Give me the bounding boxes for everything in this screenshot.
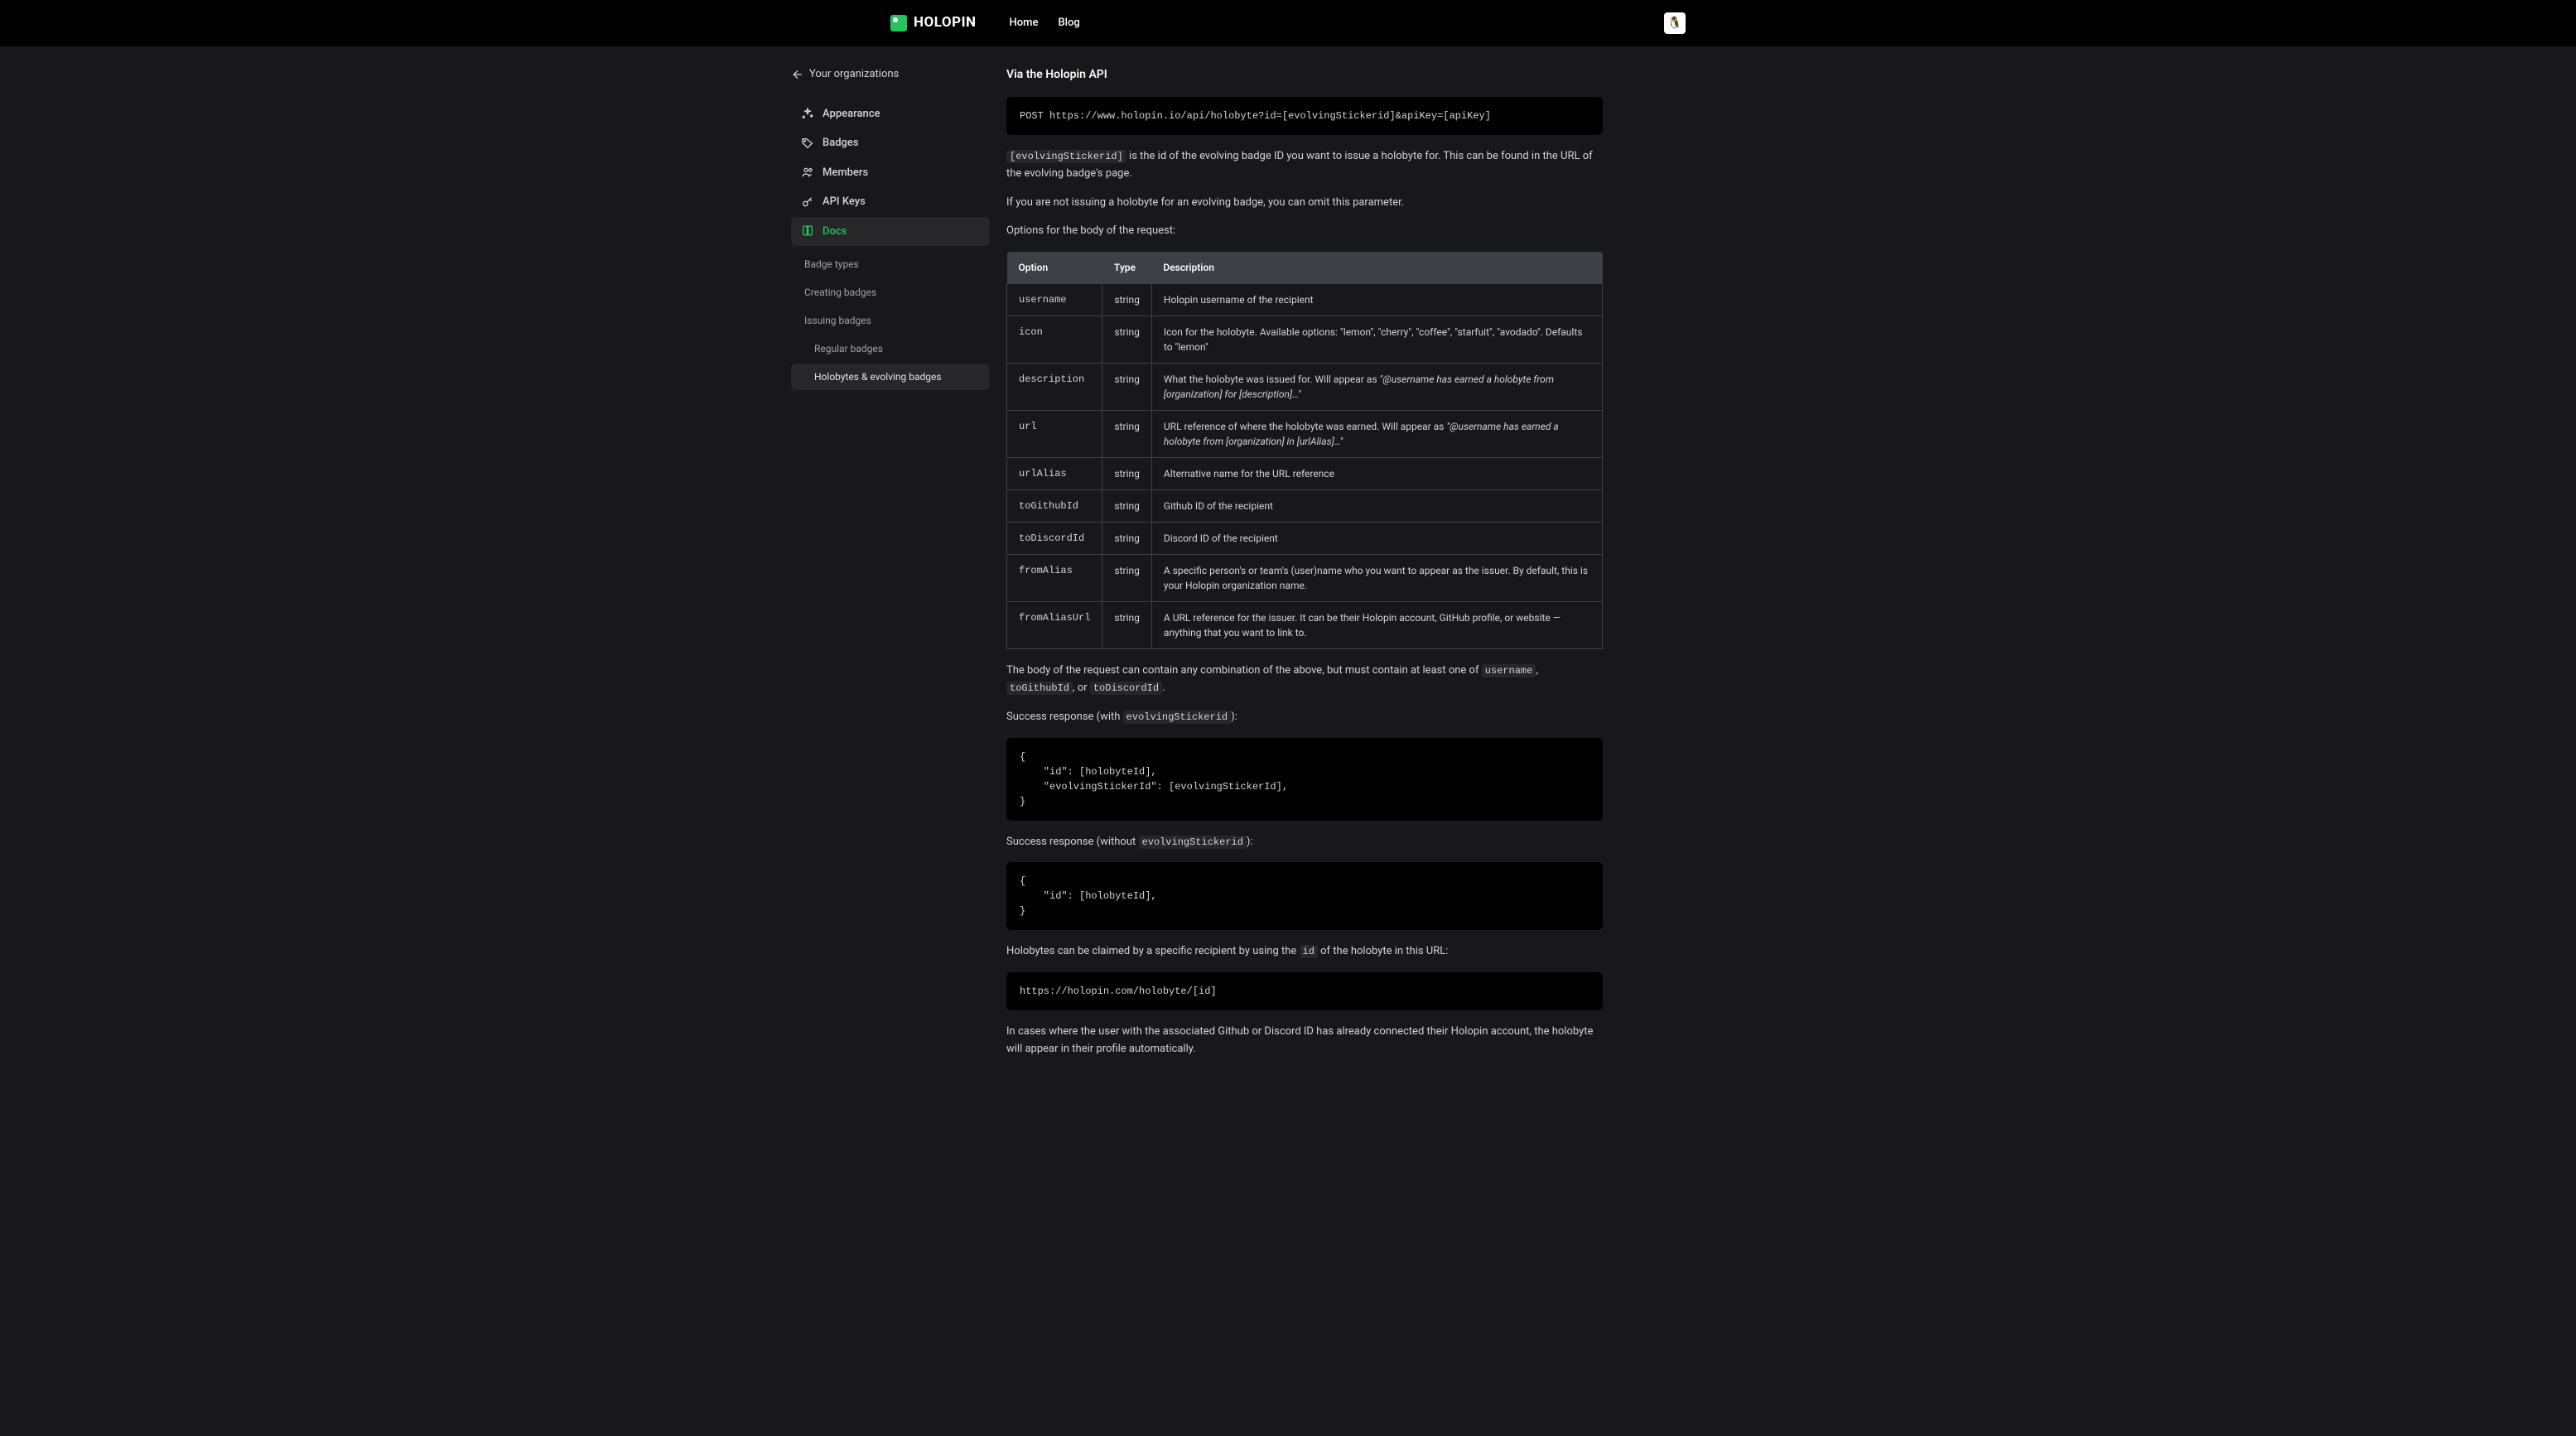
- cell-option: toDiscordId: [1007, 523, 1102, 555]
- arrow-left-icon: [791, 68, 804, 81]
- inline-code: id: [1300, 945, 1318, 958]
- brand-name: HOLOPIN: [914, 12, 977, 34]
- paragraph-auto-profile: In cases where the user with the associa…: [1006, 1024, 1603, 1058]
- sidebar-item-label: Appearance: [822, 106, 880, 123]
- book-icon: [801, 224, 814, 238]
- subnav-issuing-badges[interactable]: Issuing badges: [791, 307, 990, 334]
- paragraph-body-combo: The body of the request can contain any …: [1006, 663, 1603, 697]
- cell-description: What the holobyte was issued for. Will a…: [1151, 364, 1602, 411]
- back-link-label: Your organizations: [809, 66, 899, 83]
- nav-blog[interactable]: Blog: [1058, 15, 1079, 31]
- brand-logo[interactable]: HOLOPIN: [890, 12, 977, 34]
- code-claim-url: https://holopin.com/holobyte/[id]: [1006, 972, 1603, 1010]
- key-icon: [801, 195, 814, 209]
- sidebar-item-apikeys[interactable]: API Keys: [791, 187, 990, 217]
- th-description: Description: [1151, 252, 1602, 284]
- cell-type: string: [1102, 411, 1151, 458]
- cell-description: URL reference of where the holobyte was …: [1151, 411, 1602, 458]
- cell-type: string: [1102, 555, 1151, 602]
- paragraph-options-intro: Options for the body of the request:: [1006, 223, 1603, 240]
- sidebar-item-label: Members: [822, 165, 868, 181]
- paragraph-success-without: Success response (without evolvingSticke…: [1006, 834, 1603, 851]
- cell-type: string: [1102, 490, 1151, 523]
- cell-type: string: [1102, 316, 1151, 364]
- table-row: iconstringIcon for the holobyte. Availab…: [1007, 316, 1603, 364]
- inline-code: toGithubId: [1006, 682, 1073, 695]
- sidebar-item-label: API Keys: [822, 194, 866, 210]
- table-row: toDiscordIdstringDiscord ID of the recip…: [1007, 523, 1603, 555]
- sidebar-item-label: Badges: [822, 135, 859, 152]
- th-type: Type: [1102, 252, 1151, 284]
- cell-description: Github ID of the recipient: [1151, 490, 1602, 523]
- sidebar-item-appearance[interactable]: Appearance: [791, 99, 990, 129]
- table-row: fromAliasstringA specific person's or te…: [1007, 555, 1603, 602]
- inline-code: evolvingStickerid: [1139, 836, 1247, 849]
- inline-code: toDiscordId: [1090, 682, 1162, 695]
- cell-option: url: [1007, 411, 1102, 458]
- inline-code: username: [1482, 664, 1536, 677]
- inline-code: [evolvingStickerid]: [1006, 150, 1126, 163]
- paragraph-evolving-id: [evolvingStickerid] is the id of the evo…: [1006, 148, 1603, 183]
- cell-type: string: [1102, 523, 1151, 555]
- cell-type: string: [1102, 458, 1151, 490]
- logo-icon: [890, 15, 907, 31]
- users-icon: [801, 166, 814, 179]
- code-response-without: { "id": [holobyteId], }: [1006, 862, 1603, 930]
- avatar-emoji: 🐧: [1667, 15, 1681, 32]
- cell-option: fromAliasUrl: [1007, 602, 1102, 649]
- code-response-with: { "id": [holobyteId], "evolvingStickerId…: [1006, 738, 1603, 821]
- cell-option: urlAlias: [1007, 458, 1102, 490]
- cell-option: toGithubId: [1007, 490, 1102, 523]
- cell-description: A specific person's or team's (user)name…: [1151, 555, 1602, 602]
- cell-type: string: [1102, 602, 1151, 649]
- table-row: descriptionstringWhat the holobyte was i…: [1007, 364, 1603, 411]
- back-link[interactable]: Your organizations: [791, 66, 990, 83]
- tag-icon: [801, 137, 814, 150]
- sidebar: Your organizations Appearance Badges Mem…: [791, 66, 1006, 1120]
- paragraph-omit: If you are not issuing a holobyte for an…: [1006, 195, 1603, 212]
- inline-code: evolvingStickerid: [1123, 711, 1231, 724]
- table-row: toGithubIdstringGithub ID of the recipie…: [1007, 490, 1603, 523]
- paragraph-success-with: Success response (with evolvingStickerid…: [1006, 709, 1603, 726]
- table-row: urlstringURL reference of where the holo…: [1007, 411, 1603, 458]
- cell-type: string: [1102, 284, 1151, 316]
- table-row: usernamestringHolopin username of the re…: [1007, 284, 1603, 316]
- sidebar-item-label: Docs: [822, 224, 847, 240]
- cell-option: description: [1007, 364, 1102, 411]
- sidebar-item-badges[interactable]: Badges: [791, 128, 990, 158]
- top-header: HOLOPIN Home Blog 🐧: [0, 0, 2576, 46]
- sidebar-item-docs[interactable]: Docs: [791, 217, 990, 247]
- code-api-endpoint: POST https://www.holopin.io/api/holobyte…: [1006, 97, 1603, 135]
- subnav-creating-badges[interactable]: Creating badges: [791, 279, 990, 306]
- paragraph-claim: Holobytes can be claimed by a specific r…: [1006, 943, 1603, 961]
- sparkle-icon: [801, 107, 814, 120]
- cell-description: A URL reference for the issuer. It can b…: [1151, 602, 1602, 649]
- th-option: Option: [1007, 252, 1102, 284]
- table-row: fromAliasUrlstringA URL reference for th…: [1007, 602, 1603, 649]
- sidebar-item-members[interactable]: Members: [791, 158, 990, 188]
- nav-home[interactable]: Home: [1010, 15, 1039, 31]
- cell-option: icon: [1007, 316, 1102, 364]
- cell-option: fromAlias: [1007, 555, 1102, 602]
- subnav-badge-types[interactable]: Badge types: [791, 251, 990, 277]
- subnav-holobytes-evolving[interactable]: Holobytes & evolving badges: [791, 364, 990, 390]
- options-table: Option Type Description usernamestringHo…: [1006, 252, 1603, 649]
- main-content: Via the Holopin API POST https://www.hol…: [1006, 66, 1603, 1120]
- cell-description: Discord ID of the recipient: [1151, 523, 1602, 555]
- cell-description: Icon for the holobyte. Available options…: [1151, 316, 1602, 364]
- cell-option: username: [1007, 284, 1102, 316]
- cell-description: Alternative name for the URL reference: [1151, 458, 1602, 490]
- page-title: Via the Holopin API: [1006, 66, 1603, 84]
- subnav-regular-badges[interactable]: Regular badges: [791, 335, 990, 362]
- cell-description: Holopin username of the recipient: [1151, 284, 1602, 316]
- avatar[interactable]: 🐧: [1664, 12, 1686, 34]
- table-row: urlAliasstringAlternative name for the U…: [1007, 458, 1603, 490]
- cell-type: string: [1102, 364, 1151, 411]
